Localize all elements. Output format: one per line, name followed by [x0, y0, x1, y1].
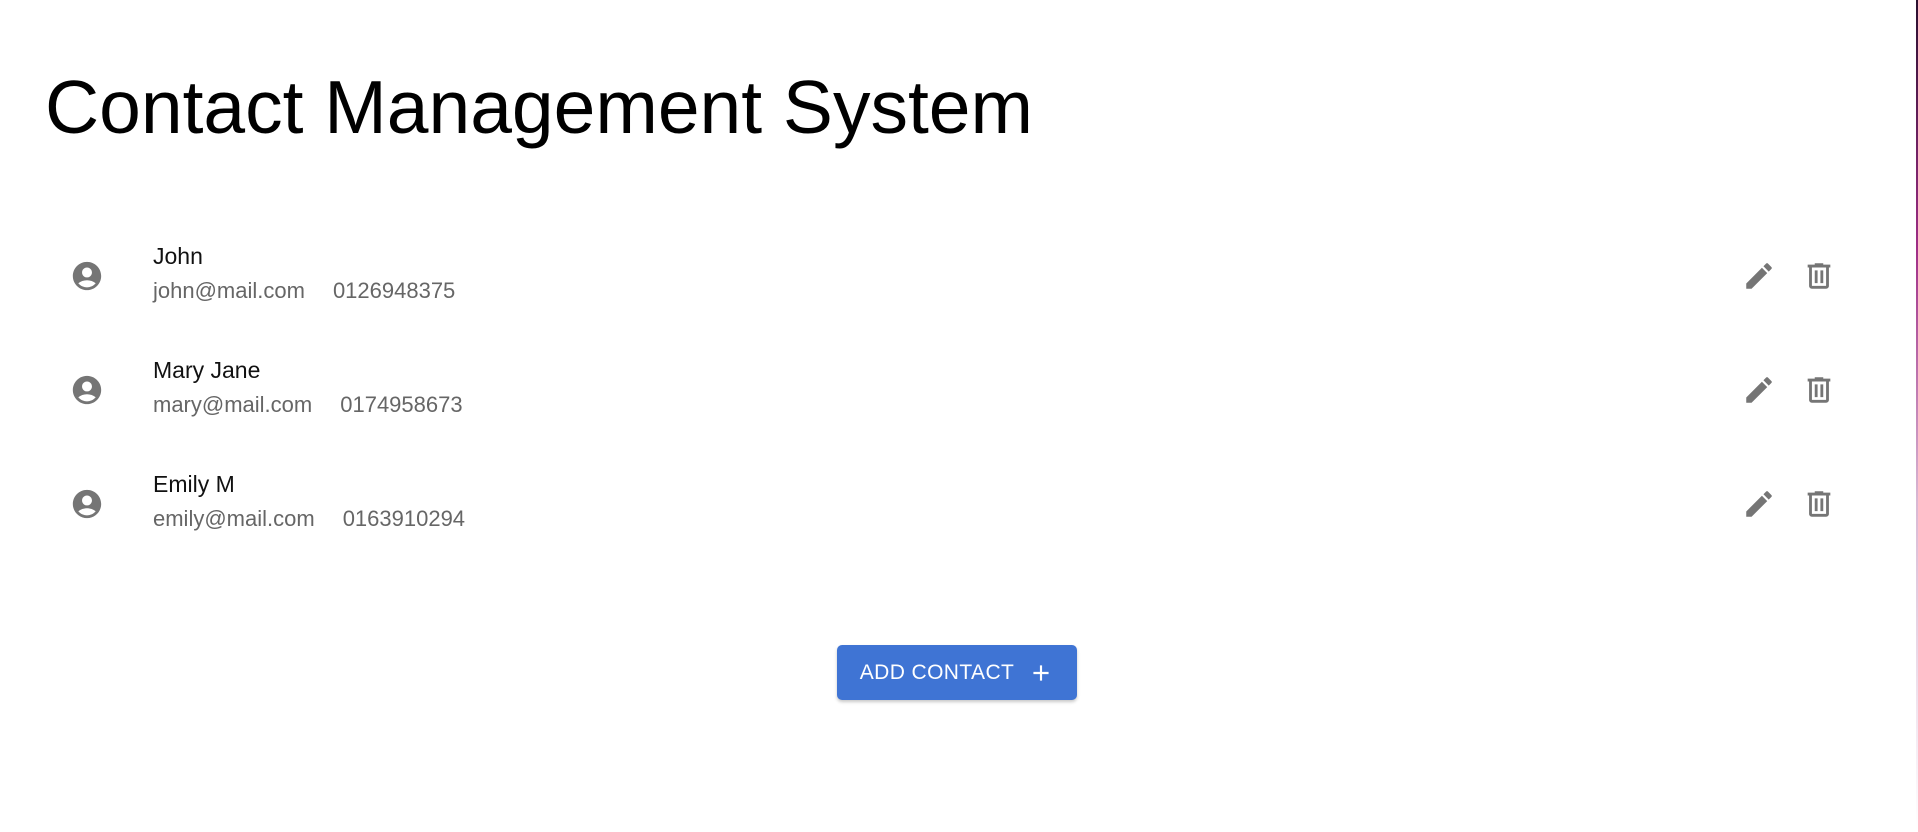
delete-contact-button[interactable] — [1797, 368, 1841, 412]
contact-name: Emily M — [153, 471, 235, 497]
contact-details: John john@mail.com 0126948375 — [153, 242, 455, 304]
contact-details: Mary Jane mary@mail.com 0174958673 — [153, 356, 463, 418]
account-circle-icon — [70, 487, 104, 521]
edit-contact-button[interactable] — [1737, 254, 1781, 298]
plus-icon — [1028, 660, 1054, 686]
edit-contact-button[interactable] — [1737, 368, 1781, 412]
edit-contact-button[interactable] — [1737, 482, 1781, 526]
contact-list: John john@mail.com 0126948375 Mary Jane — [45, 218, 1867, 560]
account-circle-icon — [70, 373, 104, 407]
contact-details: Emily M emily@mail.com 0163910294 — [153, 470, 465, 532]
contact-actions — [1737, 368, 1867, 412]
contact-actions — [1737, 254, 1867, 298]
add-contact-button[interactable]: ADD CONTACT — [837, 645, 1077, 700]
account-circle-icon — [70, 259, 104, 293]
contact-email: emily@mail.com — [153, 506, 315, 531]
contact-email: mary@mail.com — [153, 392, 313, 417]
contact-row: John john@mail.com 0126948375 — [45, 218, 1867, 332]
pencil-icon — [1746, 377, 1772, 403]
contact-email: john@mail.com — [153, 278, 305, 303]
pencil-icon — [1746, 491, 1772, 517]
trash-icon — [1807, 263, 1831, 289]
contact-name: Mary Jane — [153, 357, 261, 383]
pencil-icon — [1746, 263, 1772, 289]
contact-phone: 0163910294 — [342, 506, 466, 531]
page-title: Contact Management System — [45, 65, 1033, 149]
contact-actions — [1737, 482, 1867, 526]
contact-name: John — [153, 243, 203, 269]
contact-phone: 0126948375 — [332, 278, 456, 303]
contact-secondary: mary@mail.com 0174958673 — [153, 392, 463, 418]
trash-icon — [1807, 491, 1831, 517]
contact-secondary: john@mail.com 0126948375 — [153, 278, 455, 304]
contact-row: Mary Jane mary@mail.com 0174958673 — [45, 332, 1867, 446]
delete-contact-button[interactable] — [1797, 482, 1841, 526]
add-contact-label: ADD CONTACT — [859, 660, 1015, 684]
contact-row: Emily M emily@mail.com 0163910294 — [45, 446, 1867, 560]
contact-secondary: emily@mail.com 0163910294 — [153, 506, 465, 532]
app-page: Contact Management System John john@mail… — [0, 0, 1918, 832]
contact-phone: 0174958673 — [340, 392, 463, 417]
delete-contact-button[interactable] — [1797, 254, 1841, 298]
trash-icon — [1807, 377, 1831, 403]
